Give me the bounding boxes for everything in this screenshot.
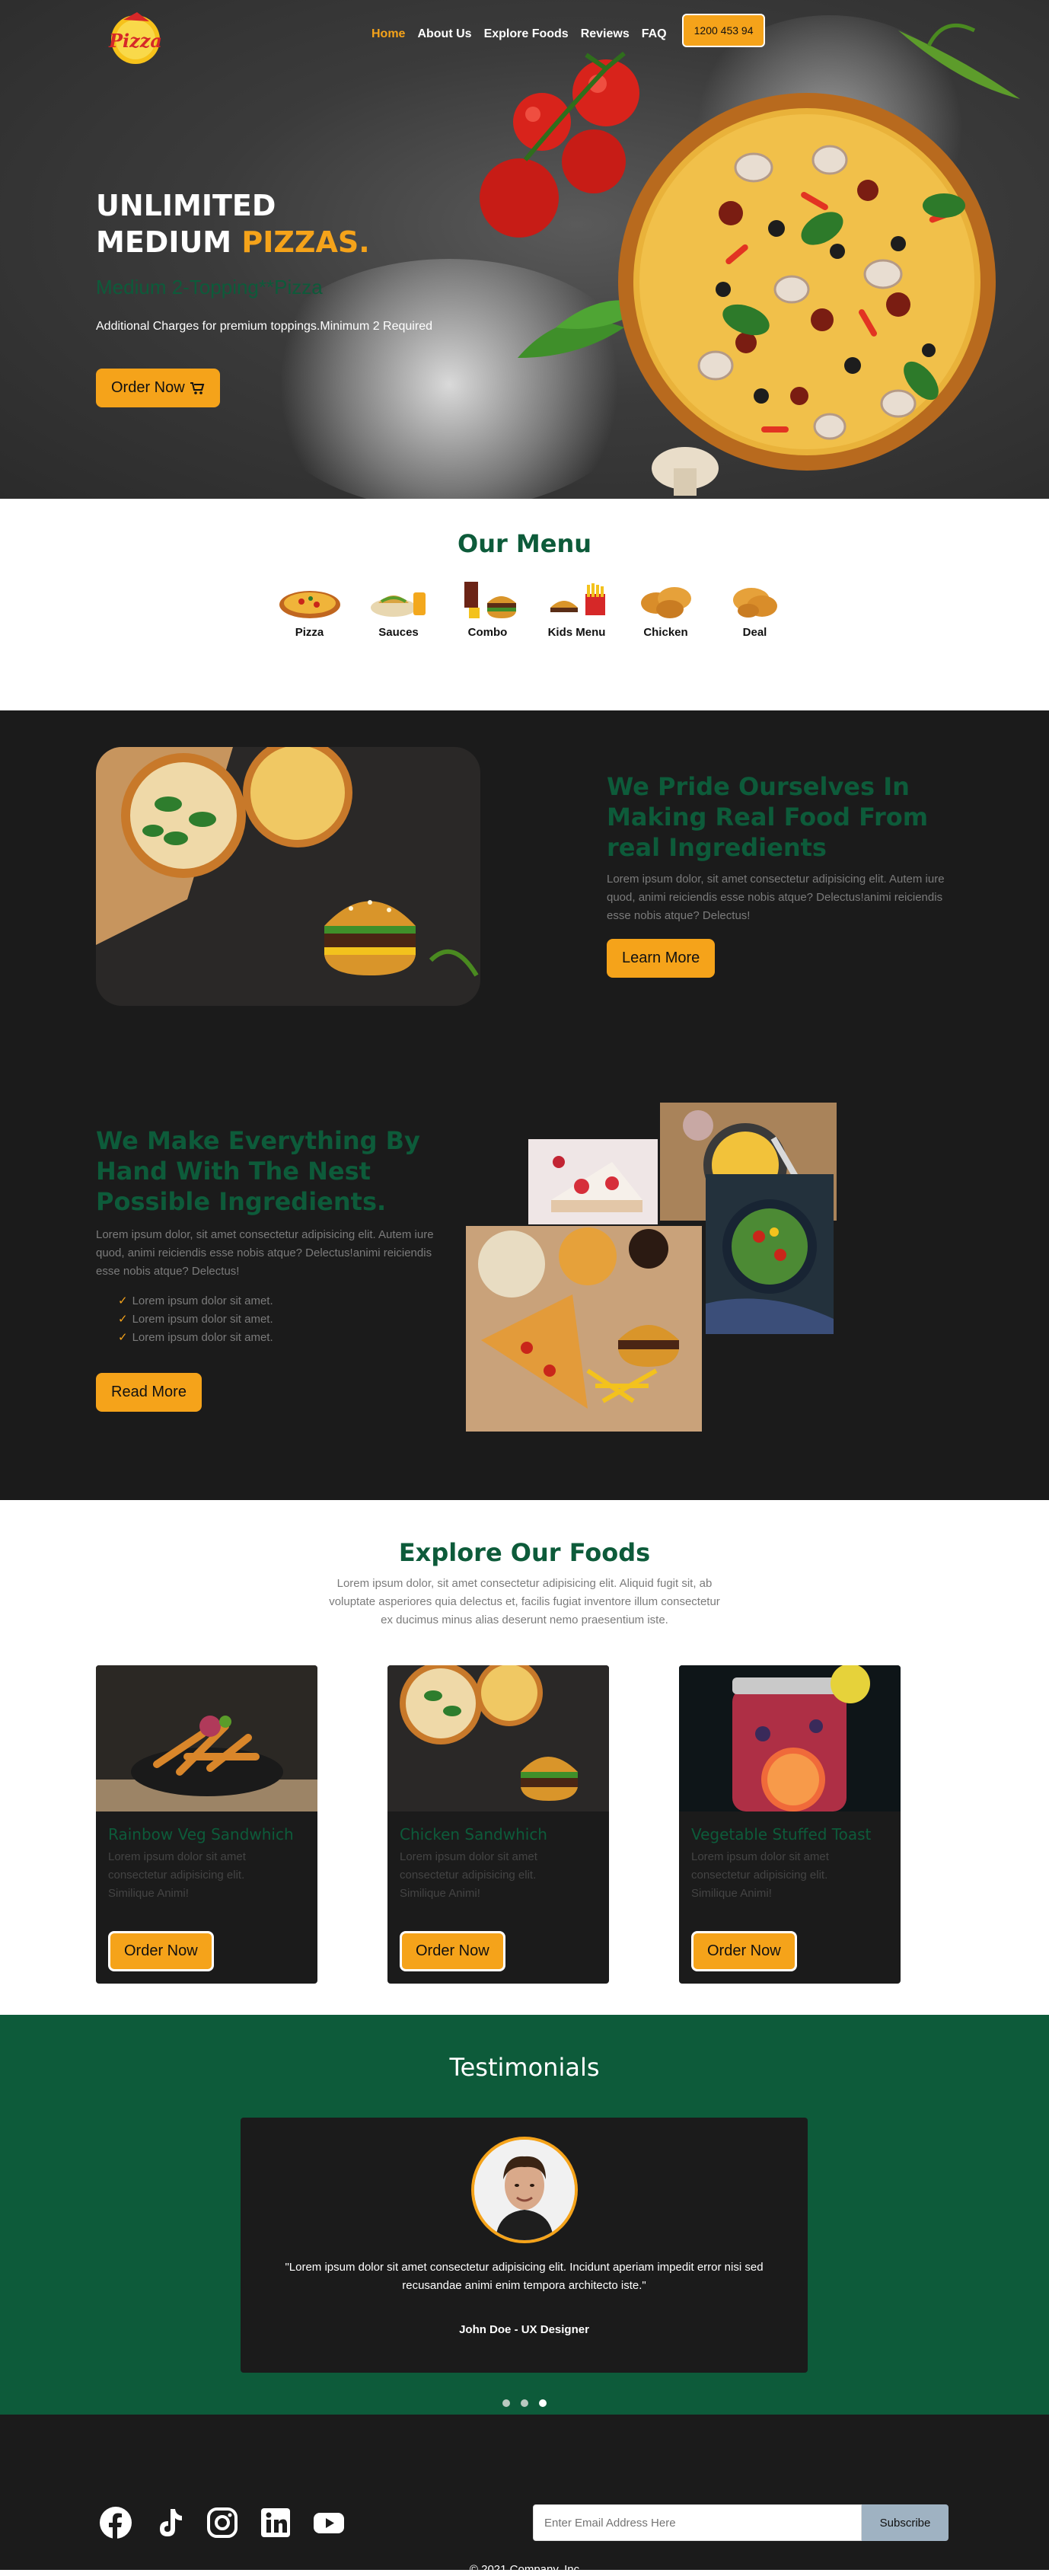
- menu-item-pizza[interactable]: Pizza: [265, 577, 354, 639]
- hero-order-button[interactable]: Order Now: [96, 369, 220, 407]
- order-now-button[interactable]: Order Now: [691, 1931, 797, 1971]
- testimonials-section: Testimonials "Lorem ipsum dolor sit amet…: [0, 2015, 1049, 2415]
- menu-item-label: Pizza: [295, 626, 324, 639]
- pizza-logo[interactable]: Pizza: [100, 6, 169, 65]
- testimonial-quote: "Lorem ipsum dolor sit amet consectetur …: [285, 2261, 764, 2292]
- deal-icon: [732, 588, 777, 618]
- hero-title-line1: UNLIMITED: [96, 189, 276, 222]
- testimonial-card: "Lorem ipsum dolor sit amet consectetur …: [241, 2118, 808, 2373]
- learn-more-button[interactable]: Learn More: [607, 939, 716, 978]
- card-title: Rainbow Veg Sandwhich: [108, 1825, 294, 1843]
- cart-icon: [190, 381, 205, 394]
- social-links: [99, 2506, 346, 2539]
- nav-link-home[interactable]: Home: [371, 27, 405, 41]
- rainbow-veg-sandwich-image: [96, 1665, 317, 1811]
- carousel-dot[interactable]: [502, 2399, 510, 2407]
- salad-image: [706, 1174, 834, 1334]
- card-title: Vegetable Stuffed Toast: [691, 1825, 872, 1843]
- food-card: Vegetable Stuffed Toast Lorem ipsum dolo…: [679, 1665, 901, 1984]
- menu-item-label: Combo: [467, 626, 508, 639]
- checklist-item: ✓ Lorem ipsum dolor sit amet.: [118, 1292, 273, 1310]
- hero-note: Additional Charges for premium toppings.…: [96, 320, 432, 333]
- pizza-burger-image: [96, 747, 480, 1006]
- check-icon: ✓: [118, 1294, 128, 1307]
- explore-title: Explore Our Foods: [398, 1538, 651, 1567]
- about-heading-1: We Pride Ourselves In Making Real Food F…: [607, 772, 929, 862]
- pizza-icon: [279, 591, 340, 618]
- instagram-icon[interactable]: [206, 2506, 239, 2539]
- checklist-text: Lorem ipsum dolor sit amet.: [132, 1331, 273, 1344]
- combo-icon: [464, 582, 516, 618]
- cake-image: [528, 1139, 658, 1224]
- menu-item-deal[interactable]: Deal: [710, 577, 799, 639]
- checklist-text: Lorem ipsum dolor sit amet.: [132, 1294, 273, 1307]
- food-cards: Rainbow Veg Sandwhich Lorem ipsum dolor …: [96, 1665, 901, 1984]
- explore-section: Explore Our Foods Lorem ipsum dolor, sit…: [0, 1500, 1049, 2015]
- combo-platter-image: [466, 1226, 702, 1432]
- card-text: Lorem ipsum dolor sit amet consectetur a…: [108, 1850, 246, 1900]
- food-card: Rainbow Veg Sandwhich Lorem ipsum dolor …: [96, 1665, 317, 1984]
- carousel-dot[interactable]: [521, 2399, 528, 2407]
- carousel-indicators: [502, 2399, 547, 2407]
- chicken-icon: [640, 587, 691, 618]
- kids-menu-icon: [550, 583, 605, 615]
- testimonials-title: Testimonials: [449, 2053, 600, 2082]
- hero-title-line2a: MEDIUM: [96, 225, 242, 259]
- read-more-button[interactable]: Read More: [96, 1373, 202, 1412]
- menu-item-chicken[interactable]: Chicken: [621, 577, 710, 639]
- hero-title: UNLIMITED MEDIUM PIZZAS.: [96, 187, 370, 260]
- youtube-icon[interactable]: [312, 2506, 346, 2539]
- chicken-sandwich-image: [387, 1665, 609, 1811]
- card-text: Lorem ipsum dolor sit amet consectetur a…: [691, 1850, 829, 1900]
- menu-item-label: Kids Menu: [547, 626, 606, 639]
- order-button-label: Order Now: [111, 379, 185, 396]
- menu-item-label: Chicken: [643, 626, 688, 639]
- about-text-2: Lorem ipsum dolor, sit amet consectetur …: [96, 1228, 434, 1278]
- menu-item-combo[interactable]: Combo: [443, 577, 532, 639]
- hero-section: Pizza Home About Us Explore Foods Review…: [0, 0, 1049, 499]
- card-text: Lorem ipsum dolor sit amet consectetur a…: [400, 1850, 537, 1900]
- explore-description: Lorem ipsum dolor, sit amet consectetur …: [329, 1577, 720, 1626]
- card-title: Chicken Sandwhich: [400, 1825, 547, 1843]
- facebook-icon[interactable]: [99, 2506, 132, 2539]
- feature-checklist: ✓ Lorem ipsum dolor sit amet. ✓ Lorem ipsu…: [118, 1292, 273, 1347]
- hero-pizza-image: [480, 23, 1020, 496]
- nav-link-about[interactable]: About Us: [417, 27, 471, 41]
- logo-text: Pizza: [108, 30, 162, 52]
- checklist-item: ✓ Lorem ipsum dolor sit amet.: [118, 1329, 273, 1347]
- avatar: [471, 2137, 578, 2243]
- vegetable-stuffed-toast-image: [679, 1665, 901, 1811]
- order-now-button[interactable]: Order Now: [400, 1931, 505, 1971]
- sauces-icon: [370, 592, 426, 617]
- menu-item-label: Deal: [742, 626, 767, 639]
- linkedin-icon[interactable]: [259, 2506, 292, 2539]
- check-icon: ✓: [118, 1313, 128, 1326]
- tiktok-icon[interactable]: [152, 2506, 186, 2539]
- about-section: We Pride Ourselves In Making Real Food F…: [0, 710, 1049, 1500]
- email-input[interactable]: [533, 2504, 862, 2541]
- footer: Subscribe © 2021 Company, Inc: [0, 2415, 1049, 2576]
- about-heading-2: We Make Everything By Hand With The Nest…: [96, 1126, 420, 1216]
- menu-title: Our Menu: [457, 529, 591, 558]
- menu-items: Pizza Sauces Combo Kids Menu Chicken Dea…: [265, 577, 799, 639]
- newsletter-form: Subscribe: [533, 2504, 949, 2541]
- about-text-1: Lorem ipsum dolor, sit amet consectetur …: [607, 873, 945, 922]
- testimonial-author: John Doe - UX Designer: [459, 2323, 589, 2336]
- checklist-item: ✓ Lorem ipsum dolor sit amet.: [118, 1310, 273, 1329]
- checklist-text: Lorem ipsum dolor sit amet.: [132, 1313, 273, 1326]
- check-icon: ✓: [118, 1331, 128, 1344]
- menu-section: Our Menu Pizza Sauces Combo Kids Menu Ch…: [0, 499, 1049, 710]
- subscribe-button[interactable]: Subscribe: [862, 2504, 949, 2541]
- hero-subtitle: Medium 2-Topping**Pizza: [96, 276, 323, 298]
- carousel-dot-active[interactable]: [539, 2399, 547, 2407]
- menu-item-kids-menu[interactable]: Kids Menu: [532, 577, 621, 639]
- menu-item-label: Sauces: [378, 626, 419, 639]
- food-card: Chicken Sandwhich Lorem ipsum dolor sit …: [387, 1665, 609, 1984]
- hero-title-highlight: PIZZAS.: [241, 225, 370, 259]
- order-now-button[interactable]: Order Now: [108, 1931, 214, 1971]
- menu-item-sauces[interactable]: Sauces: [354, 577, 443, 639]
